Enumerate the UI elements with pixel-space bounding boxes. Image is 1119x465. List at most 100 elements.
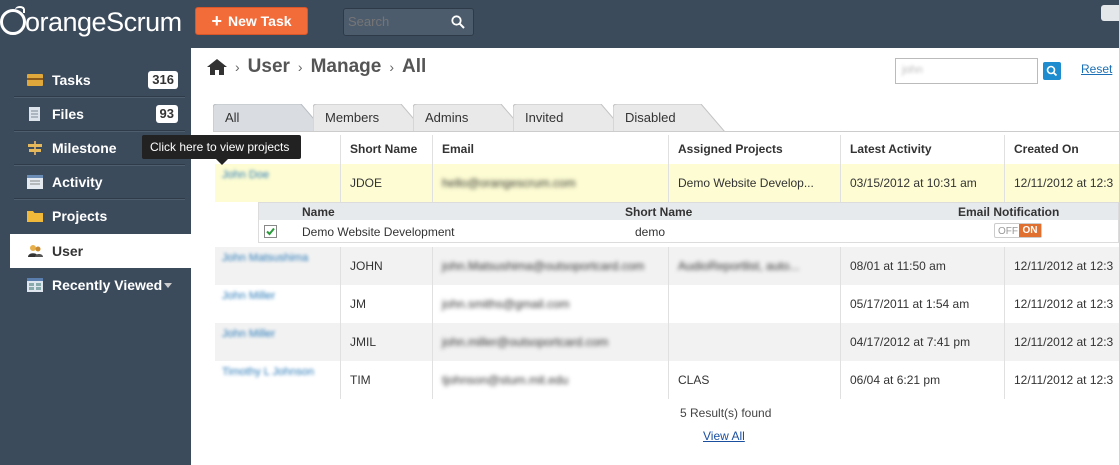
short-name-cell: TIM [350,373,371,387]
created-on-cell: 12/11/2012 at 12:3 [1014,176,1114,190]
column-divider [1004,247,1005,399]
project-checkbox[interactable] [264,225,277,238]
sidebar-item-label: Files [52,106,84,122]
plus-icon: + [211,11,222,31]
latest-activity-cell: 05/17/2011 at 1:54 am [850,297,970,311]
global-search [343,8,474,36]
sidebar: Tasks 316 Files 93 Milestone Activity Pr… [0,48,191,465]
table-row[interactable]: John Matsushima JOHN john.Matsushima@out… [215,247,1119,285]
sidebar-item-files[interactable]: Files 93 [0,97,191,131]
col-header-latest-activity[interactable]: Latest Activity [843,135,932,163]
activity-icon [27,175,43,189]
column-divider [432,135,433,202]
subtable-project-name: Demo Website Development [302,225,455,239]
app-logo[interactable]: orangeScrum [0,4,182,40]
created-on-cell: 12/11/2012 at 12:3 [1014,259,1114,273]
table-row[interactable]: John Miller JM john.smiths@gmail.com 05/… [215,285,1119,323]
table-row[interactable]: John Miller JMIL john.miller@outsoportca… [215,323,1119,361]
email-notification-toggle[interactable]: OFF ON [994,223,1042,238]
tab-all[interactable]: All [213,104,325,132]
email-cell: tjohnson@stum.mit.edu [442,373,569,387]
subtable-header-short-name: Short Name [625,205,693,219]
new-task-button[interactable]: + New Task [195,7,308,35]
created-on-cell: 12/11/2012 at 12:3 [1014,297,1114,311]
assigned-projects-cell [671,323,841,361]
sidebar-item-label: Recently Viewed [52,277,163,293]
search-icon [1046,65,1058,77]
toggle-on-label: ON [1019,224,1041,237]
subtable-header-name: Name [302,205,335,219]
logo-text: orangeScrum [25,6,182,37]
sidebar-item-label: User [52,243,84,259]
col-header-short-name[interactable]: Short Name [343,135,417,163]
column-divider [840,135,841,202]
files-icon [29,107,40,121]
user-filter-tabs: All Members Admins Invited Disabled [213,104,1119,132]
files-count-badge: 93 [155,105,178,123]
user-search-button[interactable] [1043,62,1061,80]
view-all-link[interactable]: View All [703,429,745,443]
chevron-down-icon [164,283,172,288]
tab-disabled[interactable]: Disabled [613,104,725,132]
tab-label: All [225,110,240,125]
subtable-header-email-notification: Email Notification [958,205,1060,219]
tab-members[interactable]: Members [313,104,425,132]
user-search-input[interactable]: john [895,58,1038,84]
user-name-link[interactable]: John Miller [215,323,336,361]
breadcrumb-separator: › [389,59,395,75]
col-header-assigned-projects[interactable]: Assigned Projects [671,135,783,163]
email-cell: john.smiths@gmail.com [442,297,570,311]
global-search-input[interactable] [348,14,448,29]
tab-invited[interactable]: Invited [513,104,625,132]
projects-tooltip: Click here to view projects [142,135,301,165]
user-name-link[interactable]: John Matsushima [215,247,336,285]
created-on-cell: 12/11/2012 at 12:3 [1014,335,1114,349]
assigned-projects-cell: CLAS [678,373,710,387]
recent-icon [27,278,43,292]
assigned-projects-cell [671,285,841,323]
column-divider [340,135,341,202]
breadcrumb-all: All [402,56,427,77]
home-icon[interactable] [207,58,227,76]
sidebar-item-label: Tasks [52,72,91,88]
results-count: 5 Result(s) found [680,406,772,420]
user-name-link[interactable]: John Doe [215,164,336,202]
breadcrumb: › User › Manage › All [207,56,426,78]
column-divider [1004,135,1005,202]
sidebar-item-projects[interactable]: Projects [0,199,191,233]
sidebar-item-activity[interactable]: Activity [0,165,191,199]
tabs-divider [213,131,1119,132]
top-bar: orangeScrum + New Task [0,0,1119,48]
column-divider [668,247,669,399]
latest-activity-cell: 06/04 at 6:21 pm [850,373,941,387]
assigned-projects-cell: Demo Website Develop... [678,176,814,190]
user-menu-button[interactable] [1101,5,1119,21]
table-row[interactable]: John Doe JDOE hello@orangescrum.com Demo… [215,164,1119,202]
new-task-label: New Task [227,13,292,29]
breadcrumb-manage[interactable]: Manage [311,56,382,78]
short-name-cell: JDOE [350,176,383,190]
assigned-projects-cell: AudioReportlist, auto... [678,259,800,273]
sidebar-item-label: Activity [52,174,103,190]
reset-link[interactable]: Reset [1081,62,1112,76]
user-name-link[interactable]: Timothy L Johnson [215,361,336,399]
short-name-cell: JM [350,297,366,311]
column-divider [432,247,433,399]
tab-admins[interactable]: Admins [413,104,525,132]
toggle-off-label: OFF [998,226,1018,237]
subtable-short-name: demo [635,225,666,239]
user-search-value: john [902,64,923,76]
col-header-created-on[interactable]: Created On [1007,135,1079,163]
milestone-icon [28,141,42,155]
table-row[interactable]: Timothy L Johnson TIM tjohnson@stum.mit.… [215,361,1119,399]
sidebar-item-user[interactable]: User [9,234,191,268]
sidebar-item-tasks[interactable]: Tasks 316 [0,63,191,97]
breadcrumb-separator: › [297,59,303,75]
breadcrumb-user[interactable]: User [248,56,290,78]
search-icon[interactable] [451,15,465,29]
col-header-email[interactable]: Email [435,135,474,163]
email-cell: john.miller@outsoportcard.com [442,335,609,349]
user-name-link[interactable]: John Miller [215,285,336,323]
sidebar-item-recently-viewed[interactable]: Recently Viewed [0,268,191,302]
main-content: › User › Manage › All john Reset All Mem… [191,48,1119,465]
